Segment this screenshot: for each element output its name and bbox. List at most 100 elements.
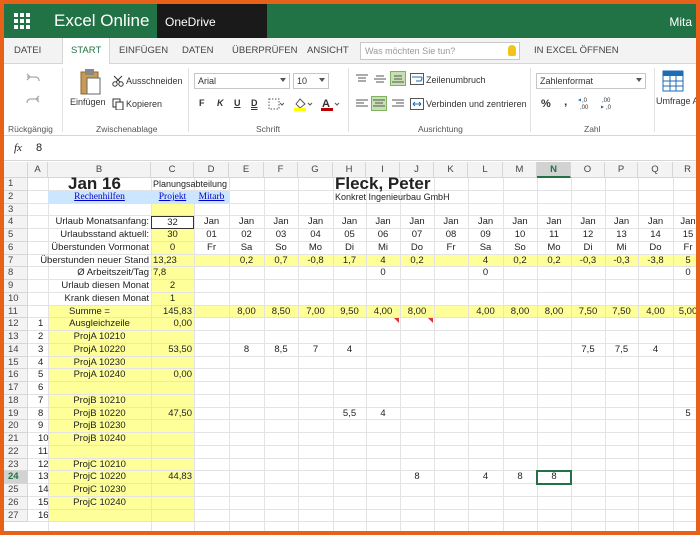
day-cell[interactable]: 05	[333, 229, 366, 242]
day-cell[interactable]: 5,00	[673, 306, 696, 319]
day-cell[interactable]: -0,3	[571, 255, 605, 268]
value-cell-c6[interactable]: 0	[151, 242, 194, 255]
project-name[interactable]: ProjB 10240	[48, 433, 151, 446]
row-header-21[interactable]: 21	[4, 433, 28, 446]
day-cell[interactable]: 7,50	[571, 306, 605, 319]
row-header-1[interactable]: 1	[4, 178, 28, 191]
row-header-8[interactable]: 8	[4, 267, 28, 280]
day-cell[interactable]: Mi	[605, 242, 638, 255]
open-in-excel-button[interactable]: IN EXCEL ÖFFNEN	[534, 38, 619, 64]
day-cell[interactable]: Jan	[333, 216, 366, 229]
day-cell[interactable]: Fr	[673, 242, 696, 255]
value-cell-c7[interactable]: 13,23	[151, 255, 194, 268]
day-cell[interactable]: 0,2	[503, 255, 537, 268]
project-number[interactable]: 3	[28, 344, 48, 357]
tab-start[interactable]: START	[62, 38, 111, 64]
day-cell[interactable]: Di	[571, 242, 605, 255]
column-header-d[interactable]: D	[194, 162, 229, 178]
day-cell[interactable]: 4	[366, 408, 400, 421]
column-header-r[interactable]: R	[673, 162, 696, 178]
align-middle-icon[interactable]	[374, 74, 386, 84]
format-as-table-button[interactable]: Umfrage A	[656, 96, 696, 106]
day-cell[interactable]: 4,00	[366, 306, 400, 319]
column-header-c[interactable]: C	[151, 162, 194, 178]
day-cell[interactable]: 7,5	[571, 344, 605, 357]
project-number[interactable]: 6	[28, 382, 48, 395]
onedrive-link[interactable]: OneDrive	[157, 4, 267, 38]
day-cell[interactable]: Jan	[638, 216, 673, 229]
percent-button[interactable]: %	[541, 98, 551, 110]
project-name[interactable]: Ausgleichzeile	[48, 318, 151, 331]
project-name[interactable]: ProjB 10210	[48, 395, 151, 408]
comment-indicator-icon[interactable]	[394, 318, 399, 324]
project-name[interactable]: ProjC 10240	[48, 497, 151, 510]
row-header-18[interactable]: 18	[4, 394, 28, 408]
merge-center-button[interactable]: Verbinden und zentrieren	[426, 99, 527, 109]
day-cell[interactable]: 0,2	[400, 255, 434, 268]
project-name[interactable]: ProjC 10220	[48, 471, 151, 484]
link-projekt[interactable]: Projekt	[151, 190, 194, 204]
day-cell[interactable]: 8	[229, 344, 264, 357]
project-number[interactable]: 10	[28, 433, 49, 446]
value-cell-c8[interactable]: 7,8	[151, 267, 194, 280]
column-header-o[interactable]: O	[571, 162, 605, 178]
align-top-icon[interactable]	[356, 74, 368, 84]
day-cell[interactable]: 8,00	[400, 306, 434, 319]
day-cell[interactable]: Sa	[229, 242, 264, 255]
day-cell[interactable]: 0	[468, 267, 503, 280]
row-header-12[interactable]: 12	[4, 318, 28, 331]
project-number[interactable]: 13	[28, 471, 49, 484]
day-cell[interactable]: Jan	[229, 216, 264, 229]
day-cell[interactable]: 04	[298, 229, 333, 242]
thousands-separator-button[interactable]: ‚	[564, 94, 567, 108]
day-cell[interactable]: 0	[366, 267, 400, 280]
column-header-f[interactable]: F	[264, 162, 298, 178]
font-name-dropdown[interactable]: Arial	[194, 73, 290, 89]
day-cell[interactable]: -3,8	[638, 255, 673, 268]
bold-button[interactable]: F	[199, 98, 205, 108]
day-cell[interactable]: Jan	[571, 216, 605, 229]
day-cell[interactable]: 10	[503, 229, 537, 242]
day-cell[interactable]: Jan	[537, 216, 571, 229]
value-cell-c4[interactable]: 32	[151, 216, 194, 229]
day-cell[interactable]: Fr	[434, 242, 468, 255]
day-cell[interactable]: 8,5	[264, 344, 298, 357]
row-header-25[interactable]: 25	[4, 484, 28, 497]
project-name[interactable]: ProjA 10240	[48, 369, 151, 382]
day-cell[interactable]: 4,00	[468, 306, 503, 319]
underline-button[interactable]: U	[234, 98, 241, 108]
borders-icon[interactable]	[268, 98, 284, 110]
font-size-dropdown[interactable]: 10	[293, 73, 329, 89]
column-header-e[interactable]: E	[229, 162, 264, 178]
project-number[interactable]: 16	[28, 510, 49, 523]
summary-label[interactable]: Summe =	[28, 306, 151, 319]
day-cell[interactable]: 8,00	[229, 306, 264, 319]
day-cell[interactable]: 4	[366, 255, 400, 268]
row-header-17[interactable]: 17	[4, 382, 28, 395]
value-cell-c12[interactable]: 0,00	[151, 318, 194, 331]
function-icon[interactable]: fx	[14, 142, 22, 154]
day-cell[interactable]: Jan	[434, 216, 468, 229]
day-cell[interactable]: 15	[673, 229, 696, 242]
day-cell[interactable]: Jan	[673, 216, 696, 229]
redo-icon[interactable]	[26, 94, 40, 106]
row-header-7[interactable]: 7	[4, 254, 28, 268]
app-launcher-icon[interactable]	[4, 4, 40, 38]
day-cell[interactable]: Jan	[194, 216, 229, 229]
fill-color-icon[interactable]	[293, 97, 313, 111]
day-cell[interactable]: 8,00	[537, 306, 571, 319]
day-cell[interactable]: 7	[298, 344, 333, 357]
project-number[interactable]: 11	[28, 446, 48, 459]
day-cell[interactable]: 5,5	[333, 408, 366, 421]
link-mitarb[interactable]: Mitarb	[194, 190, 229, 204]
row-header-2[interactable]: 2	[4, 190, 28, 204]
project-name[interactable]: ProjC 10210	[48, 459, 151, 472]
increase-decimal-icon[interactable]: ,0,00	[578, 96, 594, 110]
day-cell[interactable]: Jan	[605, 216, 638, 229]
day-cell[interactable]: 7,00	[298, 306, 333, 319]
value-cell-c19[interactable]: 47,50	[151, 408, 194, 421]
column-header-p[interactable]: P	[605, 162, 638, 178]
tab-datei[interactable]: DATEI	[14, 38, 41, 64]
day-cell[interactable]: Mo	[298, 242, 333, 255]
row-header-16[interactable]: 16	[4, 369, 28, 382]
